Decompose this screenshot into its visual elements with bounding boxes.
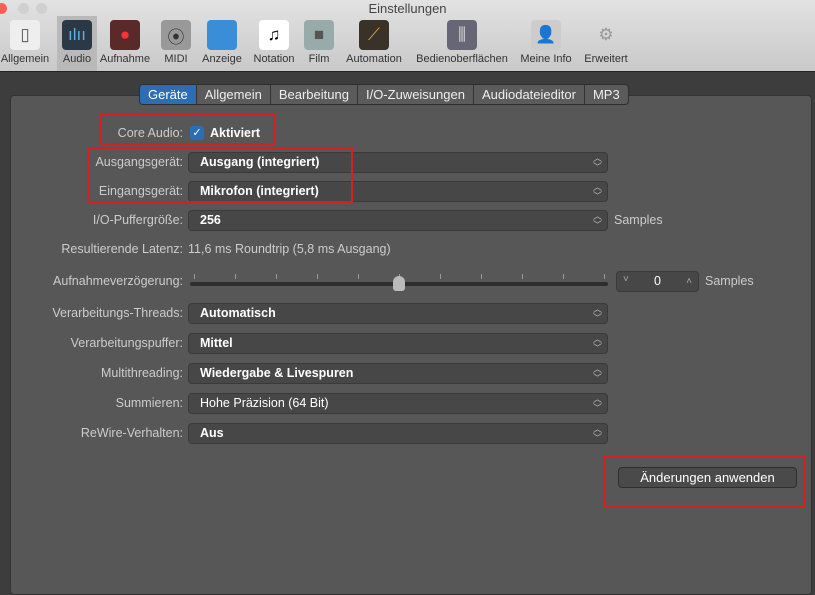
updown-chevron-icon: ︿ ﹀ [592, 211, 602, 230]
toolbar-label: Automation [346, 53, 402, 65]
toolbar-label: Allgemein [0, 53, 50, 65]
toolbar-label: Notation [253, 53, 295, 65]
toolbar-item-anzeige[interactable]: ▭ Anzeige [198, 16, 246, 71]
window-toolbar: Einstellungen ▯ Allgemein ılıı Audio ● Aufnah… [0, 0, 815, 72]
delay-unit: Samples [705, 274, 754, 288]
multi-popup[interactable]: Wiedergabe & Livespuren ︿ ﹀ [188, 363, 608, 384]
slider-tick [522, 274, 523, 279]
slider-tick [194, 274, 195, 279]
slider-tick [235, 274, 236, 279]
updown-chevron-icon: ︿ ﹀ [592, 153, 602, 172]
multi-label: Multithreading: [101, 366, 183, 380]
updown-chevron-icon: ︿ ﹀ [592, 364, 602, 383]
tab-i-o-zuweisungen[interactable]: I/O-Zuweisungen [358, 85, 474, 104]
sum-label: Summieren: [115, 396, 183, 410]
slider-tick [276, 274, 277, 279]
toolbar-label: Audio [62, 53, 92, 65]
tab-allgemein[interactable]: Allgemein [197, 85, 271, 104]
latency-label: Resultierende Latenz: [61, 242, 183, 256]
slider-tick [358, 274, 359, 279]
camera-icon: ■ [304, 20, 334, 50]
toolbar-item-audio[interactable]: ılıı Audio [57, 16, 97, 71]
updown-chevron-icon: ︿ ﹀ [592, 424, 602, 443]
slider-tick [481, 274, 482, 279]
toolbar-item-aufnahme[interactable]: ● Aufnahme [98, 16, 152, 71]
highlight-box [100, 113, 275, 145]
faders-icon: ⫼ [447, 20, 477, 50]
tab-bearbeitung[interactable]: Bearbeitung [271, 85, 358, 104]
user-icon: 👤 [531, 20, 561, 50]
automation-icon: ⟋ [359, 20, 389, 50]
toolbar-item-midi[interactable]: ⦿ MIDI [160, 16, 192, 71]
buffer-popup[interactable]: 256 ︿ ﹀ [188, 210, 608, 231]
toolbar-item-bedienoberflächen[interactable]: ⫼ Bedienoberflächen [410, 16, 514, 71]
toolbar-label: Aufnahme [99, 53, 151, 65]
threads-popup[interactable]: Automatisch ︿ ﹀ [188, 303, 608, 324]
monitor-icon: ▭ [207, 20, 237, 50]
toolbar-item-notation[interactable]: ♫ Notation [249, 16, 299, 71]
procbuf-label: Verarbeitungspuffer: [70, 336, 183, 350]
delay-stepper[interactable]: ˅ 0 ˄ [616, 271, 699, 292]
procbuf-value: Mittel [200, 336, 233, 350]
rewire-popup[interactable]: Aus ︿ ﹀ [188, 423, 608, 444]
toolbar-item-erweitert[interactable]: ⚙ Erweitert [580, 16, 632, 71]
increment-icon[interactable]: ˄ [686, 276, 692, 287]
slider-tick [440, 274, 441, 279]
latency-value: 11,6 ms Roundtrip (5,8 ms Ausgang) [188, 242, 391, 256]
updown-chevron-icon: ︿ ﹀ [592, 182, 602, 201]
buffer-label: I/O-Puffergröße: [92, 213, 183, 227]
rewire-label: ReWire-Verhalten: [80, 426, 183, 440]
slider-tick [604, 274, 605, 279]
buffer-value: 256 [200, 213, 221, 227]
toolbar-label: Anzeige [202, 53, 242, 65]
toolbar-item-meine-info[interactable]: 👤 Meine Info [517, 16, 575, 71]
window-title: Einstellungen [368, 1, 447, 16]
sum-popup[interactable]: Hohe Präzision (64 Bit) ︿ ﹀ [188, 393, 608, 414]
tab-geräte[interactable]: Geräte [140, 85, 197, 104]
slider-tick [317, 274, 318, 279]
highlight-box [603, 455, 805, 508]
multi-value: Wiedergabe & Livespuren [200, 366, 354, 380]
tab-audiodateieditor[interactable]: Audiodateieditor [474, 85, 585, 104]
waveform-icon: ılıı [62, 20, 92, 50]
threads-label: Verarbeitungs-Threads: [52, 306, 183, 320]
buffer-unit: Samples [614, 213, 663, 227]
toolbar-label: MIDI [164, 53, 188, 65]
updown-chevron-icon: ︿ ﹀ [592, 394, 602, 413]
tab-mp3[interactable]: MP3 [585, 85, 628, 104]
delay-slider[interactable] [190, 272, 608, 292]
threads-value: Automatisch [200, 306, 276, 320]
record-icon: ● [110, 20, 140, 50]
toolbar-label: Film [308, 53, 330, 65]
tab-bar: Geräte Allgemein Bearbeitung I/O-Zuweisunge… [139, 84, 629, 105]
toolbar-label: Meine Info [520, 53, 572, 65]
rewire-value: Aus [200, 426, 224, 440]
toolbar-label: Bedienoberflächen [416, 53, 508, 65]
updown-chevron-icon: ︿ ﹀ [592, 334, 602, 353]
toolbar-item-allgemein[interactable]: ▯ Allgemein [0, 16, 50, 71]
updown-chevron-icon: ︿ ﹀ [592, 304, 602, 323]
note-icon: ♫ [259, 20, 289, 50]
procbuf-popup[interactable]: Mittel ︿ ﹀ [188, 333, 608, 354]
toolbar-item-film[interactable]: ■ Film [302, 16, 336, 71]
slider-tick [563, 274, 564, 279]
delay-label: Aufnahmeverzögerung: [53, 274, 183, 288]
midi-plug-icon: ⦿ [161, 20, 191, 50]
switch-icon: ▯ [10, 20, 40, 50]
toolbar-item-automation[interactable]: ⟋ Automation [341, 16, 407, 71]
toolbar-label: Erweitert [584, 53, 628, 65]
highlight-box [87, 147, 353, 203]
sum-value: Hohe Präzision (64 Bit) [200, 396, 329, 410]
slider-knob[interactable] [393, 276, 405, 291]
gear-icon: ⚙ [598, 25, 614, 44]
